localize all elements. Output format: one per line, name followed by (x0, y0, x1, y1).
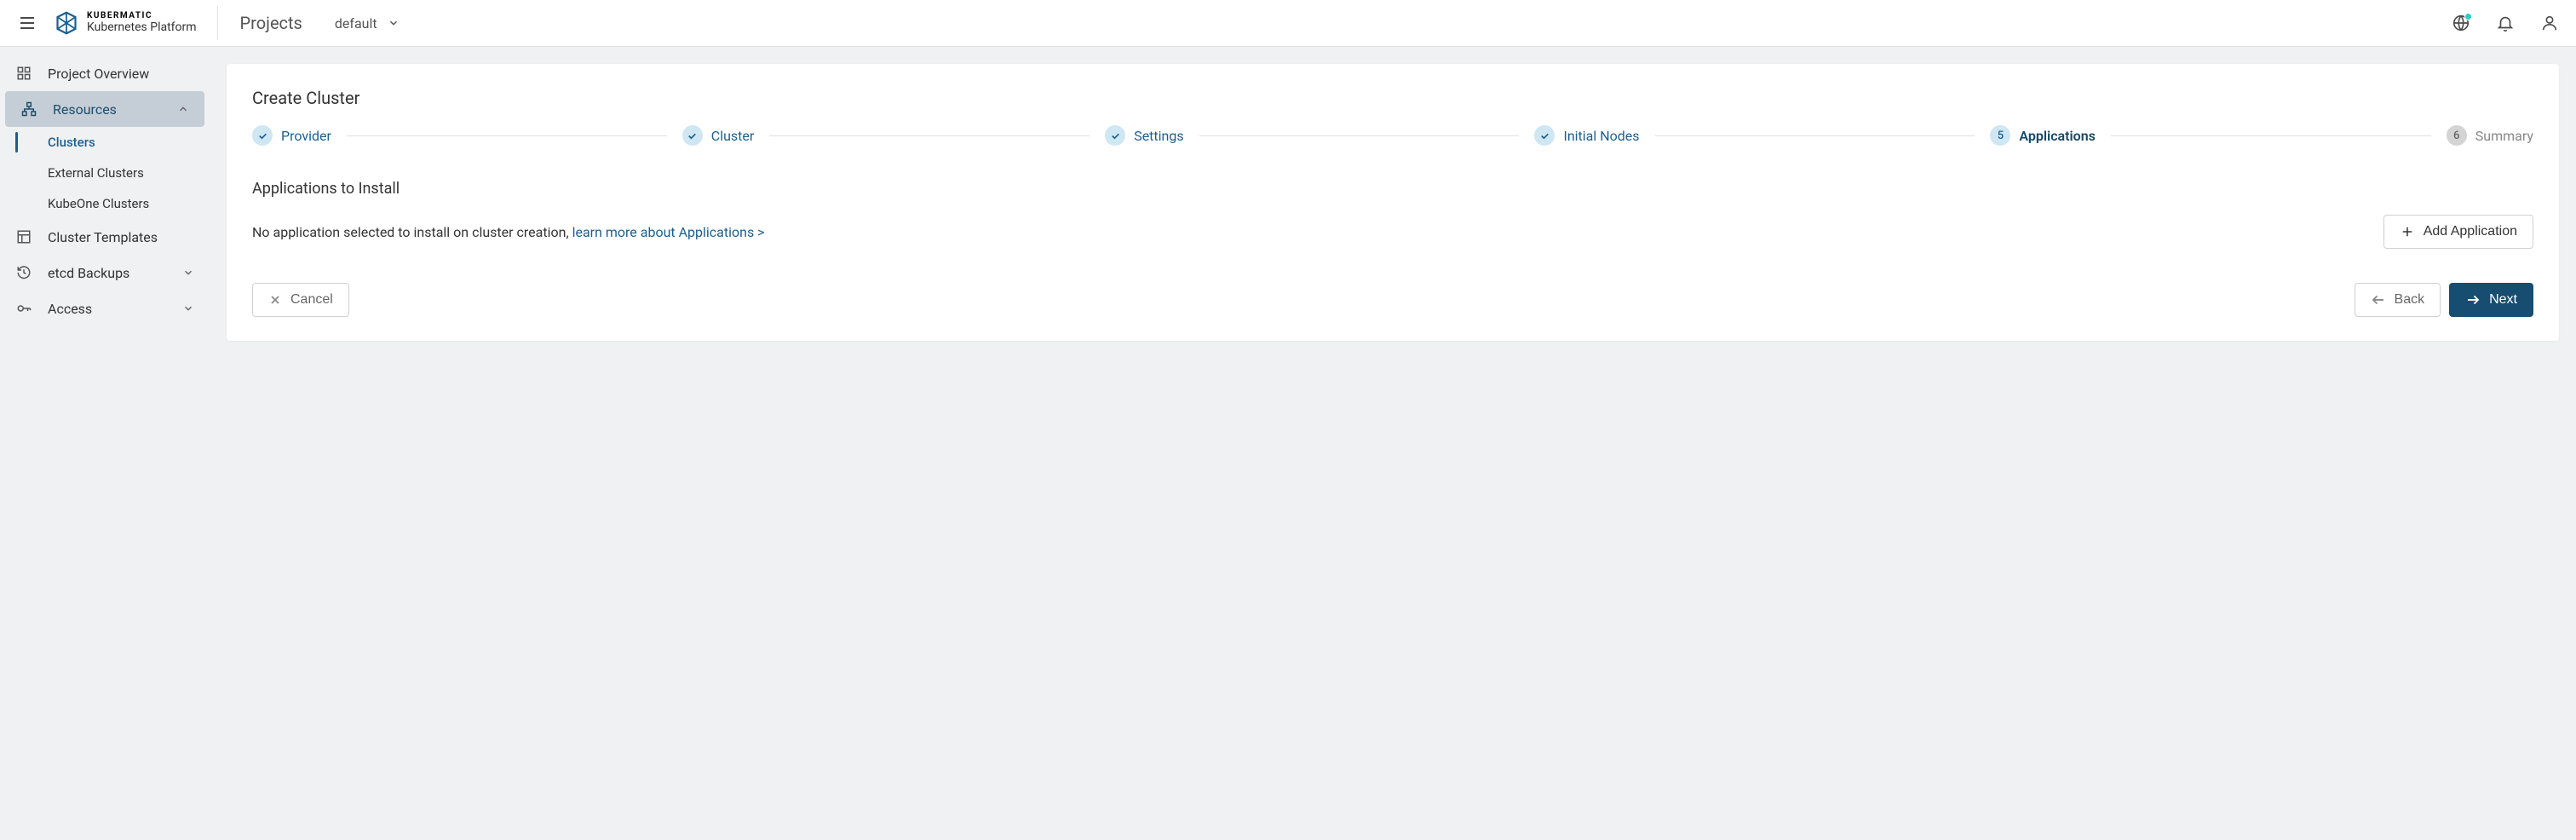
sidebar-label: Project Overview (48, 66, 149, 82)
sidebar-subgroup-resources: Clusters External Clusters KubeOne Clust… (0, 127, 210, 219)
step-label: Applications (2019, 128, 2095, 144)
step-number-badge: 5 (1990, 125, 2010, 146)
sidebar: Project Overview Resources Clusters Exte… (0, 47, 210, 358)
arrow-right-icon (2465, 292, 2481, 308)
step-label: Initial Nodes (1563, 128, 1639, 144)
menu-toggle-button[interactable] (17, 13, 37, 33)
back-button[interactable]: Back (2355, 283, 2441, 317)
main-layout: Project Overview Resources Clusters Exte… (0, 47, 2576, 358)
history-icon (15, 265, 32, 280)
step-connector (1655, 135, 1975, 136)
user-icon (2540, 14, 2559, 32)
arrow-left-icon (2371, 292, 2386, 308)
sidebar-item-access[interactable]: Access (0, 291, 210, 326)
step-connector (2111, 135, 2431, 136)
project-selected-value: default (335, 15, 377, 32)
notification-dot (2464, 13, 2472, 20)
breadcrumb-projects[interactable]: Projects (235, 13, 302, 33)
learn-more-link[interactable]: learn more about Applications > (572, 224, 765, 240)
menu-icon (17, 13, 37, 33)
close-icon (268, 293, 282, 307)
sidebar-item-cluster-templates[interactable]: Cluster Templates (0, 219, 210, 255)
step-number-badge: 6 (2447, 125, 2467, 146)
sidebar-label: etcd Backups (48, 265, 129, 281)
content-wrap: Create Cluster Provider Cluster (210, 47, 2576, 358)
step-summary[interactable]: 6 Summary (2447, 125, 2533, 146)
step-applications[interactable]: 5 Applications (1990, 125, 2095, 146)
step-cluster[interactable]: Cluster (682, 125, 755, 146)
step-initial-nodes[interactable]: Initial Nodes (1534, 125, 1639, 146)
sidebar-subitem-kubeone-clusters[interactable]: KubeOne Clusters (0, 188, 210, 219)
check-icon (252, 125, 273, 146)
step-connector (1199, 135, 1520, 136)
step-provider[interactable]: Provider (252, 125, 331, 146)
step-connector (769, 135, 1090, 136)
step-label: Provider (281, 128, 331, 144)
chevron-up-icon (177, 103, 189, 115)
changelog-button[interactable] (2452, 14, 2470, 32)
step-label: Cluster (711, 128, 755, 144)
brand-logo[interactable]: KUBERMATIC Kubernetes Platform (55, 6, 218, 40)
sidebar-item-overview[interactable]: Project Overview (0, 55, 210, 91)
step-label: Summary (2475, 128, 2533, 144)
sidebar-item-resources[interactable]: Resources (5, 91, 204, 127)
chevron-down-icon (388, 17, 400, 29)
chevron-down-icon (182, 267, 194, 279)
next-button[interactable]: Next (2449, 283, 2533, 317)
wizard-card: Create Cluster Provider Cluster (227, 64, 2559, 341)
footer-right: Back Next (2355, 283, 2533, 317)
sidebar-item-etcd-backups[interactable]: etcd Backups (0, 255, 210, 291)
wizard-stepper: Provider Cluster Settings (252, 125, 2533, 146)
chevron-down-icon (182, 302, 194, 314)
sidebar-subitem-external-clusters[interactable]: External Clusters (0, 158, 210, 188)
step-settings[interactable]: Settings (1105, 125, 1183, 146)
template-icon (15, 229, 32, 245)
section-title: Applications to Install (252, 180, 2533, 198)
header-right (2452, 14, 2559, 32)
sitemap-icon (20, 101, 37, 117)
sidebar-subitem-clusters[interactable]: Clusters (0, 127, 210, 158)
wizard-footer: Cancel Back Next (252, 283, 2533, 317)
applications-info: No application selected to install on cl… (252, 224, 765, 240)
user-menu-button[interactable] (2540, 14, 2559, 32)
grid-icon (15, 66, 32, 81)
key-icon (15, 301, 32, 316)
check-icon (1105, 125, 1125, 146)
button-label: Next (2489, 292, 2517, 308)
info-text: No application selected to install on cl… (252, 224, 572, 240)
applications-row: No application selected to install on cl… (252, 215, 2533, 249)
sidebar-label: Cluster Templates (48, 229, 158, 245)
button-label: Add Application (2424, 224, 2517, 239)
page-title: Create Cluster (252, 88, 2533, 108)
notifications-button[interactable] (2496, 14, 2515, 32)
project-selector[interactable]: default (319, 15, 400, 32)
brand-text-bottom: Kubernetes Platform (87, 21, 197, 34)
bell-icon (2496, 14, 2515, 32)
step-connector (347, 135, 667, 136)
check-icon (682, 125, 703, 146)
app-header: KUBERMATIC Kubernetes Platform Projects … (0, 0, 2576, 47)
brand-text: KUBERMATIC Kubernetes Platform (87, 12, 197, 33)
plus-icon (2400, 224, 2415, 239)
cancel-button[interactable]: Cancel (252, 283, 349, 317)
sidebar-label: Resources (53, 101, 117, 118)
step-label: Settings (1134, 128, 1183, 144)
add-application-button[interactable]: Add Application (2383, 215, 2533, 249)
button-label: Cancel (290, 292, 333, 308)
sidebar-label: KubeOne Clusters (48, 196, 149, 211)
button-label: Back (2395, 292, 2425, 308)
sidebar-label: External Clusters (48, 165, 144, 181)
header-left: KUBERMATIC Kubernetes Platform Projects … (17, 6, 400, 40)
sidebar-label: Clusters (48, 135, 95, 150)
kubermatic-logo-icon (55, 11, 78, 35)
sidebar-label: Access (48, 301, 92, 317)
check-icon (1534, 125, 1555, 146)
